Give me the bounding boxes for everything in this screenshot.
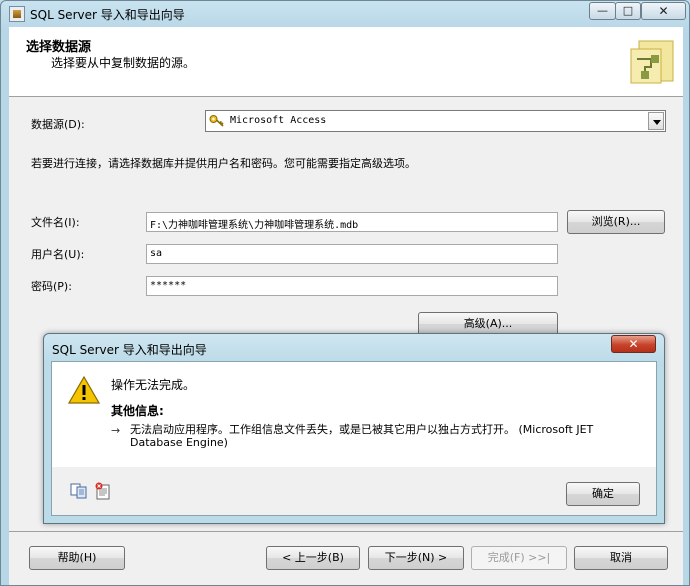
browse-button[interactable]: 浏览(R)... [567,210,665,234]
app-icon [9,6,25,22]
cancel-button[interactable]: 取消 [574,546,668,570]
finish-button[interactable]: 完成(F) >>| [471,546,567,570]
back-button[interactable]: < 上一步(B) [266,546,360,570]
details-icon[interactable] [94,482,112,500]
page-title: 选择数据源 [26,40,92,55]
error-detail: 无法启动应用程序。工作组信息文件丢失，或是已被其它用户以独占方式打开。 (Mic… [130,423,594,449]
help-button[interactable]: 帮助(H) [29,546,125,570]
message-area: 操作无法完成。 其他信息: → 无法启动应用程序。工作组信息文件丢失，或是已被其… [52,362,656,467]
error-dialog: SQL Server 导入和导出向导 ✕ 操作无法完成。 其他信息: → 无法启… [43,333,665,524]
title-bar[interactable]: SQL Server 导入和导出向导 — □ ✕ [1,1,689,27]
password-label: 密码(P): [31,280,72,293]
datasource-select[interactable]: Microsoft Access [205,110,666,132]
copy-icon[interactable] [70,483,88,499]
warning-icon [68,376,100,404]
page-subtitle: 选择要从中复制数据的源。 [51,56,196,70]
next-button[interactable]: 下一步(N) > [368,546,464,570]
key-icon [209,115,224,127]
datasource-value: Microsoft Access [230,115,327,126]
filename-label: 文件名(I): [31,216,80,229]
close-icon[interactable]: ✕ [611,335,656,353]
chevron-down-icon[interactable] [648,112,664,130]
dialog-title: SQL Server 导入和导出向导 [52,343,207,357]
datasource-label: 数据源(D): [31,118,85,131]
footer-divider [9,531,683,532]
dialog-body: 操作无法完成。 其他信息: → 无法启动应用程序。工作组信息文件丢失，或是已被其… [51,361,657,516]
username-label: 用户名(U): [31,248,85,261]
window-title: SQL Server 导入和导出向导 [30,8,185,22]
username-field[interactable]: sa [146,244,558,264]
arrow-icon: → [111,424,121,437]
connection-hint: 若要进行连接，请选择数据库并提供用户名和密码。您可能需要指定高级选项。 [31,157,416,170]
extra-info-heading: 其他信息: [111,404,164,418]
wizard-header: 选择数据源 选择要从中复制数据的源。 [9,27,683,97]
wizard-graphic [630,40,674,84]
maximize-button[interactable]: □ [615,2,641,20]
minimize-button[interactable]: — [589,2,616,20]
filename-field[interactable]: F:\力神咖啡管理系统\力神咖啡管理系统.mdb [146,212,558,232]
close-button[interactable]: ✕ [641,2,686,20]
password-field[interactable]: ****** [146,276,558,296]
error-message: 操作无法完成。 [111,378,196,392]
ok-button[interactable]: 确定 [566,482,640,506]
